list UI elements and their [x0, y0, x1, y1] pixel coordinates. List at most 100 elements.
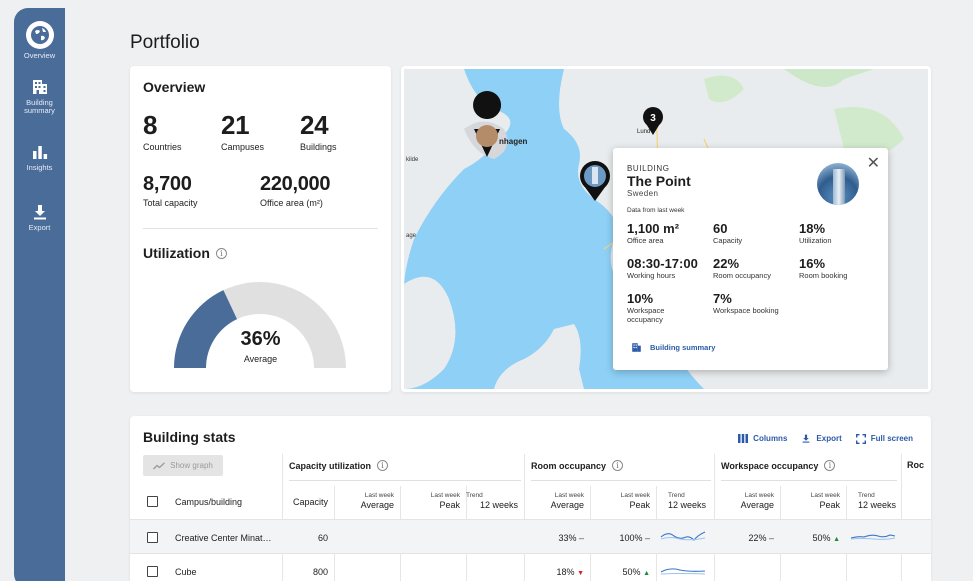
col-main: Average [550, 500, 584, 510]
group-underline [721, 480, 897, 481]
col-cap-peak[interactable]: Last week Peak [400, 492, 460, 511]
info-icon[interactable]: i [215, 247, 227, 259]
value: 50% [812, 533, 831, 543]
nav-building-summary[interactable]: Building summary [14, 78, 65, 115]
trend-indicator: – [644, 533, 650, 543]
building-summary-link-text: Building summary [650, 343, 716, 352]
group-label: Roc [907, 460, 925, 470]
select-all-checkbox[interactable] [147, 496, 158, 507]
popup-metric: 1,100 m² Office area [627, 222, 679, 246]
close-icon[interactable]: ✕ [867, 153, 880, 173]
globe-icon [25, 21, 54, 49]
popup-metric: 08:30-17:00 Working hours [627, 257, 698, 281]
trend-up-icon: ▲ [643, 570, 650, 577]
row-room-avg: 18% ▼ [524, 567, 584, 577]
col-sub: Last week [620, 492, 650, 499]
nav-export[interactable]: Export [14, 203, 65, 232]
metric-label: Room booking [799, 271, 848, 280]
download-icon [803, 434, 810, 443]
sparkline [850, 534, 896, 540]
popup-metric: 60 Capacity [713, 222, 742, 246]
trend-indicator: – [768, 533, 774, 543]
row-room-avg: 33% – [524, 533, 584, 543]
trend-down-icon: ▼ [577, 570, 584, 577]
column-divider [282, 454, 283, 581]
building-summary-link[interactable]: Building summary [631, 342, 715, 353]
row-checkbox[interactable] [147, 566, 158, 577]
col-ws-trend[interactable]: Trend 12 weeks [846, 492, 898, 511]
cluster-count: 3 [650, 113, 656, 124]
row-checkbox[interactable] [147, 532, 158, 543]
group-capacity-utilization: Capacity utilization i [289, 460, 389, 471]
row-ws-avg: 22% – [714, 533, 774, 543]
col-sub: Last week [810, 492, 840, 499]
info-icon[interactable]: i [612, 460, 624, 471]
info-icon[interactable]: i [377, 460, 389, 471]
popup-country: Sweden [627, 189, 659, 198]
metric-label: Workspace booking [713, 306, 779, 315]
col-room-avg[interactable]: Last week Average [524, 492, 584, 511]
nav-insights[interactable]: Insights [14, 143, 65, 172]
map-label: Lund [637, 129, 650, 135]
col-cap-avg[interactable]: Last week Average [334, 492, 394, 511]
row-capacity: 800 [312, 567, 328, 577]
stat-value: 220,000 [260, 173, 331, 195]
col-main: Average [740, 500, 774, 510]
col-ws-avg[interactable]: Last week Average [714, 492, 774, 511]
value: 22% [748, 533, 767, 543]
overview-card: Overview 8 Countries 21 Campuses 24 Buil… [130, 66, 391, 392]
popup-metric: 7% Workspace booking [713, 292, 779, 316]
utilization-title: Utilization i [143, 245, 227, 261]
col-ws-peak[interactable]: Last week Peak [780, 492, 840, 511]
metric-label: Capacity [713, 236, 743, 245]
stat-label: Campuses [221, 142, 265, 152]
col-cap-trend[interactable]: Trend 12 weeks [466, 492, 518, 511]
nav-overview[interactable]: Overview [14, 21, 65, 60]
column-divider [524, 454, 525, 581]
stat-value: 8,700 [143, 173, 192, 195]
nav-overview-label: Overview [23, 51, 56, 60]
info-icon[interactable]: i [824, 460, 836, 471]
popup-metric: 18% Utilization [799, 222, 832, 246]
metric-value: 16% [799, 256, 826, 271]
stat-label: Office area (m²) [260, 198, 323, 208]
stat-value: 21 [221, 110, 250, 140]
column-divider [714, 454, 715, 581]
col-capacity[interactable]: Capacity [282, 497, 328, 507]
stat-label: Buildings [300, 142, 337, 152]
group-underline [289, 480, 521, 481]
popup-subtitle: Data from last week [627, 207, 685, 214]
columns-button[interactable]: Columns [738, 433, 787, 444]
value: 18% [556, 567, 575, 577]
trend-icon [153, 461, 166, 469]
row-room-peak: 50% ▲ [590, 567, 650, 577]
col-sub: Trend [668, 492, 685, 499]
building-stats-card: Building stats Columns Export Full scree… [130, 416, 931, 581]
sparkline [660, 568, 706, 575]
export-button[interactable]: Export [801, 433, 842, 444]
col-campus-building[interactable]: Campus/building [175, 497, 242, 507]
col-room-trend[interactable]: Trend 12 weeks [656, 492, 708, 511]
show-graph-button[interactable]: Show graph [143, 455, 223, 476]
nav-building-summary-label: Building summary [24, 98, 55, 115]
divider [143, 228, 378, 229]
col-sub: Last week [364, 492, 394, 499]
value: 100% [619, 533, 643, 543]
col-sub: Last week [430, 492, 460, 499]
row-building-name[interactable]: Cube [175, 567, 197, 577]
col-sub: Last week [744, 492, 774, 499]
stat-countries: 8 Countries [143, 111, 182, 152]
utilization-label: Average [243, 354, 278, 364]
group-room-occupancy: Room occupancy i [531, 460, 624, 471]
metric-value: 18% [799, 221, 826, 236]
fullscreen-button[interactable]: Full screen [855, 433, 913, 444]
col-main: Peak [629, 500, 650, 510]
metric-value: 7% [713, 291, 732, 306]
map-label: nhagen [499, 137, 528, 146]
fullscreen-label: Full screen [870, 434, 913, 443]
metric-label: Workspace occupancy [627, 306, 665, 324]
row-room-peak: 100% – [590, 533, 650, 543]
col-room-peak[interactable]: Last week Peak [590, 492, 650, 511]
download-icon [33, 205, 46, 220]
row-building-name[interactable]: Creative Center Minat… [175, 533, 272, 543]
